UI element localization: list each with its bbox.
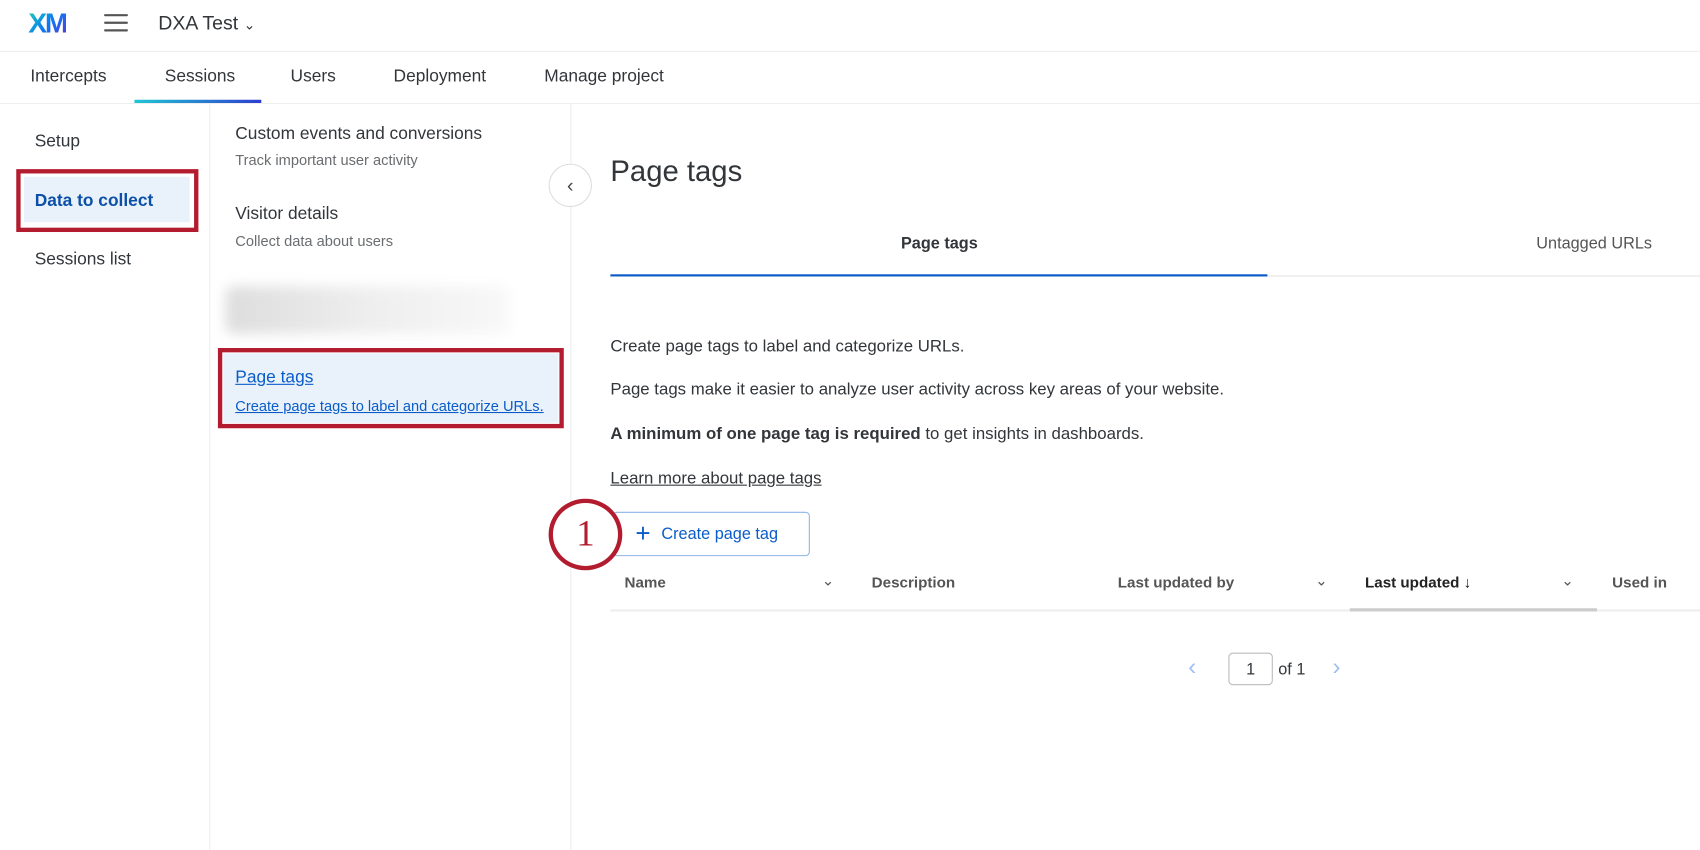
sort-down-icon: ↓ <box>1463 573 1472 591</box>
requirement-rest: to get insights in dashboards. <box>920 424 1144 444</box>
active-tab-underline <box>134 99 262 103</box>
page-title: Page tags <box>610 155 743 188</box>
next-page-button[interactable]: › <box>1332 653 1340 681</box>
column-last-updated[interactable]: Last updated ↓ <box>1365 574 1471 591</box>
chevron-left-icon: ‹ <box>567 174 574 196</box>
tab-page-tags[interactable]: Page tags <box>901 234 978 252</box>
sidebar-item-sessions-list[interactable]: Sessions list <box>35 250 131 270</box>
menu-icon[interactable] <box>104 14 128 32</box>
chevron-down-icon[interactable]: ⌄ <box>822 571 835 589</box>
tab-untagged-urls[interactable]: Untagged URLs <box>1536 234 1652 252</box>
project-name: DXA Test <box>158 11 239 34</box>
column-label: Last updated <box>1364 573 1460 591</box>
tab-deployment[interactable]: Deployment <box>394 67 487 87</box>
tab-users[interactable]: Users <box>291 67 336 87</box>
subnav-page-tags-desc[interactable]: Create page tags to label and categorize… <box>235 398 543 414</box>
create-page-tag-button[interactable]: + Create page tag <box>612 511 810 557</box>
project-selector[interactable]: DXA Test ⌄ <box>158 12 255 35</box>
tab-manage-project[interactable]: Manage project <box>544 67 664 87</box>
chevron-down-icon: ⌄ <box>243 16 256 33</box>
nav-bar <box>0 52 1700 105</box>
column-used-in[interactable]: Used in <box>1612 574 1667 591</box>
column-last-updated-by[interactable]: Last updated by <box>1118 574 1234 591</box>
requirement-text: A minimum of one page tag is required to… <box>610 425 1144 445</box>
sidebar-item-setup[interactable]: Setup <box>35 132 80 152</box>
column-description[interactable]: Description <box>872 574 955 591</box>
step-marker: 1 <box>548 498 623 571</box>
prev-page-button[interactable]: ‹ <box>1188 653 1196 681</box>
tab-sessions[interactable]: Sessions <box>165 67 235 87</box>
learn-more-link[interactable]: Learn more about page tags <box>610 469 821 489</box>
page-count: of 1 <box>1278 660 1306 679</box>
tab-intercepts[interactable]: Intercepts <box>30 67 106 87</box>
chevron-down-icon[interactable]: ⌄ <box>1561 571 1574 589</box>
description-text: Page tags make it easier to analyze user… <box>610 380 1225 399</box>
create-label: Create page tag <box>661 524 779 544</box>
subnav-desc: Track important user activity <box>235 151 418 169</box>
page-input[interactable]: 1 <box>1228 652 1273 686</box>
subnav-custom-events[interactable]: Custom events and conversions <box>235 125 482 145</box>
requirement-bold: A minimum of one page tag is required <box>610 424 921 444</box>
active-tab-underline <box>610 274 1268 277</box>
plus-icon: + <box>635 518 651 549</box>
subnav-visitor-details[interactable]: Visitor details <box>235 205 338 225</box>
collapse-panel-button[interactable]: ‹ <box>548 163 592 208</box>
chevron-down-icon[interactable]: ⌄ <box>1315 571 1328 589</box>
divider <box>209 104 211 850</box>
subnav-page-tags[interactable]: Page tags <box>235 369 313 389</box>
sorted-column-indicator <box>1349 608 1597 612</box>
description-text: Create page tags to label and categorize… <box>610 337 965 356</box>
blurred-item <box>225 286 510 334</box>
xm-logo[interactable]: XM <box>28 7 68 41</box>
divider <box>570 104 572 850</box>
column-name[interactable]: Name <box>624 574 665 591</box>
sidebar-item-data-to-collect[interactable]: Data to collect <box>35 192 154 212</box>
subnav-desc: Collect data about users <box>235 233 394 250</box>
